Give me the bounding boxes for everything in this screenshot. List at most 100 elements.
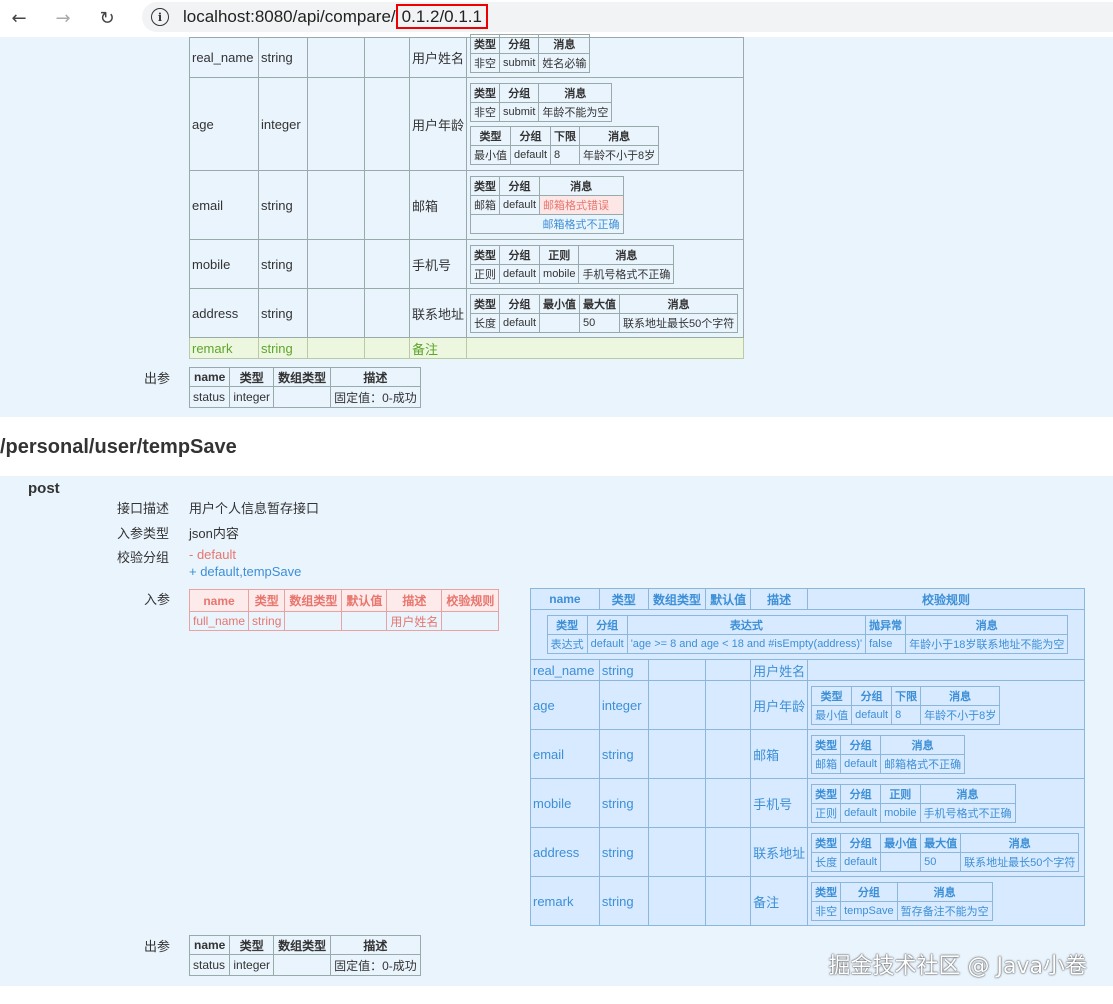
meta-key-desc: 接口描述 bbox=[117, 501, 170, 516]
new-param-row: address string 联系地址 类型 分组 最小值 最大值 消息 长度 default 50… bbox=[530, 827, 1085, 877]
rules-header-cell: 消息 bbox=[578, 244, 675, 265]
rules-cell: 非空 bbox=[470, 102, 500, 122]
param-desc: 邮箱 bbox=[408, 170, 468, 240]
param-type: string bbox=[257, 170, 308, 240]
rules-header-cell: 消息 bbox=[538, 83, 613, 103]
new-header-cell: 默认值 bbox=[705, 588, 752, 610]
rules-header-cell: 下限 bbox=[891, 685, 922, 706]
param-default bbox=[364, 37, 410, 78]
param-array-type bbox=[306, 337, 366, 359]
rules-cell: 年龄不小于8岁 bbox=[920, 704, 1001, 725]
new-header-cell: 校验规则 bbox=[807, 588, 1085, 610]
param-name: email bbox=[530, 729, 600, 779]
rules-cell: 邮箱格式错误 bbox=[539, 195, 624, 215]
rules-header-cell: 分组 bbox=[840, 734, 882, 755]
param-array-type bbox=[647, 729, 707, 779]
param-default bbox=[705, 876, 752, 926]
out-header-cell: 描述 bbox=[330, 367, 421, 387]
param-rules: 类型 分组 消息 非空 submit 姓名必输 bbox=[466, 34, 744, 78]
rules-cell: 邮箱格式不正确 bbox=[880, 753, 966, 774]
out-cell: integer bbox=[229, 386, 275, 408]
output-table-2: name 类型 数组类型 描述 status integer 固定值：0-成功 bbox=[188, 935, 421, 976]
rules-cell: default bbox=[840, 753, 882, 774]
param-desc: 邮箱 bbox=[750, 729, 809, 779]
rules-header-cell: 类型 bbox=[470, 83, 500, 103]
http-method: post bbox=[28, 480, 60, 497]
param-rules: 类型 分组 下限 消息 最小值 default 8 年龄不小于8岁 bbox=[807, 680, 1085, 730]
param-row: remark string 备注 bbox=[189, 337, 744, 359]
param-array-type bbox=[647, 778, 707, 828]
param-name: age bbox=[530, 680, 600, 730]
param-rules: 类型 分组 正则 消息 正则 default mobile 手机号格式不正确 bbox=[807, 778, 1085, 828]
rules-cell: 非空 bbox=[470, 53, 500, 73]
out-cell: status bbox=[188, 954, 231, 976]
param-rules: 类型 分组 消息 邮箱 default 邮箱格式错误 邮箱格式不正确 bbox=[466, 170, 744, 240]
output-label: 出参 bbox=[144, 371, 171, 386]
rules-cell: submit bbox=[498, 102, 540, 122]
param-row: mobile string 手机号 类型 分组 正则 消息 正则 default mobile 手机… bbox=[189, 239, 744, 289]
rules-header-cell: 类型 bbox=[811, 685, 853, 706]
old-cell: 用户姓名 bbox=[386, 611, 443, 631]
rules-header-cell: 分组 bbox=[840, 783, 882, 804]
rules-table: 类型 分组 消息 非空 submit 姓名必输 bbox=[470, 34, 591, 73]
param-type: string bbox=[257, 37, 308, 78]
out-header-cell: 类型 bbox=[229, 367, 275, 387]
rules-header-cell: 正则 bbox=[880, 783, 921, 804]
rules-cell: default bbox=[498, 263, 541, 284]
expr-cell: false bbox=[865, 634, 907, 654]
param-array-type bbox=[306, 288, 366, 338]
out-cell: integer bbox=[229, 954, 275, 976]
param-row: age integer 用户年龄 类型 分组 消息 非空 submit 年龄不能为空 类型 分组 下限… bbox=[189, 77, 744, 171]
old-params-table: name 类型 数组类型 默认值 描述 校验规则 full_name string 用户姓名 bbox=[188, 589, 500, 631]
rules-header-cell: 消息 bbox=[919, 783, 1016, 804]
rules-cell: mobile bbox=[539, 263, 580, 284]
param-desc: 联系地址 bbox=[750, 827, 809, 877]
rules-cell: 长度 bbox=[470, 312, 500, 333]
rules-header-cell: 类型 bbox=[470, 244, 500, 265]
rules-header-cell: 分组 bbox=[498, 83, 540, 103]
rules-cell: 联系地址最长50个字符 bbox=[960, 851, 1080, 872]
rules-header-cell: 分组 bbox=[498, 293, 541, 314]
new-param-row: age integer 用户年龄 类型 分组 下限 消息 最小值 default 8 年龄不小于8岁 bbox=[530, 680, 1085, 730]
rules-header-cell: 消息 bbox=[538, 34, 591, 54]
url-text[interactable]: localhost:8080/api/compare/0.1.2/0.1.1 bbox=[183, 4, 488, 29]
address-bar[interactable]: i localhost:8080/api/compare/0.1.2/0.1.1 bbox=[142, 2, 1113, 32]
rules-cell: default bbox=[509, 145, 552, 165]
rules-header-cell: 消息 bbox=[619, 293, 739, 314]
param-desc: 手机号 bbox=[408, 239, 468, 289]
rules-cell: 手机号格式不正确 bbox=[919, 802, 1016, 823]
param-row: address string 联系地址 类型 分组 最小值 最大值 消息 长度 default 50… bbox=[189, 288, 744, 338]
new-param-row: email string 邮箱 类型 分组 消息 邮箱 default 邮箱格式不正确 bbox=[530, 729, 1085, 779]
rules-cell: 年龄不小于8岁 bbox=[579, 145, 660, 165]
rules-header-cell: 分组 bbox=[509, 126, 552, 146]
param-type: integer bbox=[257, 77, 308, 171]
out-header-cell: 数组类型 bbox=[273, 367, 332, 387]
old-cell: full_name bbox=[188, 611, 250, 631]
out-cell bbox=[273, 954, 332, 976]
rules-cell: 手机号格式不正确 bbox=[578, 263, 675, 284]
meta-value-type: json内容 bbox=[189, 526, 239, 541]
forward-arrow-icon[interactable]: → bbox=[52, 7, 74, 29]
param-desc: 用户年龄 bbox=[750, 680, 809, 730]
rules-header-cell: 消息 bbox=[960, 832, 1080, 853]
param-rules bbox=[807, 659, 1085, 681]
rules-cell: 长度 bbox=[811, 851, 842, 872]
rules-header-cell: 最小值 bbox=[539, 293, 581, 314]
rules-cell: 最小值 bbox=[811, 704, 853, 725]
rules-cell: 非空 bbox=[811, 900, 842, 921]
rules-header-cell: 分组 bbox=[498, 34, 540, 54]
out-header-cell: name bbox=[188, 367, 231, 387]
param-type: string bbox=[257, 337, 308, 359]
param-name: address bbox=[530, 827, 600, 877]
param-row: real_name string 用户姓名 类型 分组 消息 非空 submit 姓名必输 bbox=[189, 34, 744, 78]
rules-cell: default bbox=[498, 195, 541, 215]
reload-icon[interactable]: ↻ bbox=[96, 7, 118, 29]
param-rules: 类型 分组 最小值 最大值 消息 长度 default 50 联系地址最长50个字符 bbox=[807, 827, 1085, 877]
rules-cell: 8 bbox=[550, 145, 581, 165]
new-header-cell: 描述 bbox=[750, 588, 809, 610]
back-arrow-icon[interactable]: ← bbox=[8, 7, 30, 29]
rules-header-cell: 消息 bbox=[880, 734, 966, 755]
param-type: integer bbox=[598, 680, 649, 730]
rules-header-cell: 下限 bbox=[550, 126, 581, 146]
site-info-icon[interactable]: i bbox=[151, 8, 169, 26]
